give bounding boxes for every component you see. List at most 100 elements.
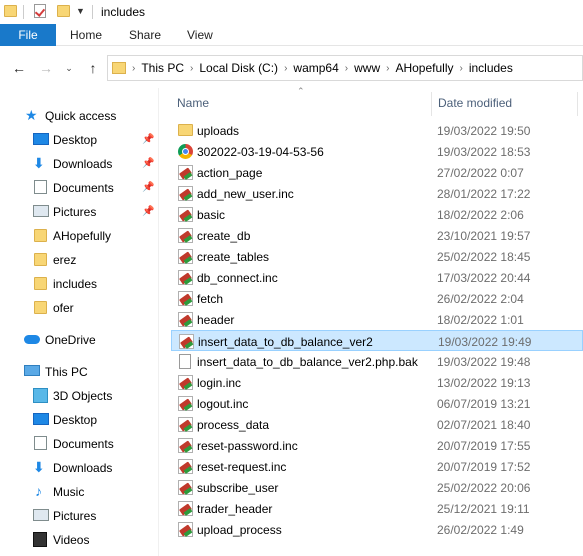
sidebar-item-onedrive[interactable]: OneDrive [0,328,158,352]
file-row[interactable]: upload_process 26/02/2022 1:49 [171,519,583,540]
breadcrumb-ahopefully[interactable]: AHopefully [395,61,453,75]
file-row[interactable]: add_new_user.inc 28/01/2022 17:22 [171,183,583,204]
file-row[interactable]: action_page 27/02/2022 0:07 [171,162,583,183]
cloud-icon [24,335,40,344]
breadcrumb-wamp64[interactable]: wamp64 [293,61,338,75]
file-row[interactable]: insert_data_to_db_balance_ver2.php.bak 19… [171,351,583,372]
sidebar-item-ofer[interactable]: ofer [0,296,158,320]
file-row[interactable]: header 18/02/2022 1:01 [171,309,583,330]
sidebar-item-label: erez [53,253,77,267]
file-row[interactable]: trader_header 25/12/2021 19:11 [171,498,583,519]
documents-icon [34,180,47,194]
pin-icon[interactable]: 📌 [142,134,154,145]
file-name: basic [197,208,226,222]
chevron-right-icon[interactable]: › [345,63,348,74]
file-row[interactable]: uploads 19/03/2022 19:50 [171,120,583,141]
sidebar-item-pc-pictures[interactable]: Pictures [0,504,158,528]
sidebar-item-label: Documents [53,181,114,195]
sidebar-item-label: Music [53,485,85,499]
breadcrumb-includes[interactable]: includes [469,61,513,75]
sidebar-item-label: Downloads [53,461,113,475]
sidebar-item-downloads[interactable]: ⬇ Downloads 📌 [0,152,158,176]
sidebar-item-this-pc[interactable]: This PC [0,360,158,384]
sidebar-item-3d-objects[interactable]: 3D Objects [0,384,158,408]
sidebar-item-desktop[interactable]: Desktop 📌 [0,128,158,152]
pin-icon[interactable]: 📌 [142,182,154,193]
desktop-icon [33,133,49,145]
php-file-icon [178,291,193,306]
column-header-name[interactable]: Name [177,96,209,110]
file-row[interactable]: basic 18/02/2022 2:06 [171,204,583,225]
column-divider[interactable] [577,92,578,116]
file-date-modified: 28/01/2022 17:22 [437,187,531,201]
chevron-right-icon[interactable]: › [190,63,193,74]
back-arrow-icon[interactable]: ← [11,60,27,76]
file-row[interactable]: create_tables 25/02/2022 18:45 [171,246,583,267]
sidebar-item-pc-desktop[interactable]: Desktop [0,408,158,432]
sidebar-item-erez[interactable]: erez [0,248,158,272]
file-row[interactable]: reset-password.inc 20/07/2019 17:55 [171,435,583,456]
sidebar-item-pc-downloads[interactable]: ⬇ Downloads [0,456,158,480]
chevron-right-icon[interactable]: › [284,63,287,74]
properties-icon[interactable] [34,4,46,18]
folder-icon [34,229,47,242]
file-row[interactable]: fetch 26/02/2022 2:04 [171,288,583,309]
sidebar-item-pictures[interactable]: Pictures 📌 [0,200,158,224]
file-row[interactable]: reset-request.inc 20/07/2019 17:52 [171,456,583,477]
php-file-icon [178,522,193,537]
tab-view[interactable]: View [187,24,213,46]
file-name: 302022-03-19-04-53-56 [197,145,324,159]
file-name: process_data [197,418,270,432]
column-divider[interactable] [431,92,432,116]
breadcrumb-www[interactable]: www [354,61,380,75]
pin-icon[interactable]: 📌 [142,206,154,217]
sidebar-item-ahopefully[interactable]: AHopefully [0,224,158,248]
sidebar-item-label: Downloads [53,157,113,171]
sidebar-item-pc-documents[interactable]: Documents [0,432,158,456]
file-name: reset-request.inc [197,460,287,474]
chevron-right-icon[interactable]: › [459,63,462,74]
chrome-icon [178,144,193,159]
sidebar-item-label: Desktop [53,133,98,147]
file-date-modified: 20/07/2019 17:55 [437,439,531,453]
sidebar-item-label: Pictures [53,205,97,219]
file-name: db_connect.inc [197,271,278,285]
sidebar-item-videos[interactable]: Videos [0,528,158,552]
php-file-icon [178,480,193,495]
sidebar-item-documents[interactable]: Documents 📌 [0,176,158,200]
file-row[interactable]: insert_data_to_db_balance_ver2 19/03/2022… [171,330,583,351]
column-header-date-modified[interactable]: Date modified [438,96,512,110]
file-date-modified: 06/07/2019 13:21 [437,397,531,411]
address-bar[interactable]: › This PC › Local Disk (C:) › wamp64 › w… [107,55,583,81]
sidebar-item-music[interactable]: ♪ Music [0,480,158,504]
file-row[interactable]: logout.inc 06/07/2019 13:21 [171,393,583,414]
breadcrumb-local-disk[interactable]: Local Disk (C:) [199,61,278,75]
file-row[interactable]: login.inc 13/02/2022 19:13 [171,372,583,393]
forward-arrow-icon[interactable]: → [38,60,54,76]
recent-locations-icon[interactable]: ⌄ [61,60,77,76]
file-row[interactable]: subscribe_user 25/02/2022 20:06 [171,477,583,498]
pin-icon[interactable]: 📌 [142,158,154,169]
chevron-right-icon[interactable]: › [386,63,389,74]
file-row[interactable]: create_db 23/10/2021 19:57 [171,225,583,246]
file-row[interactable]: 302022-03-19-04-53-56 19/03/2022 18:53 [171,141,583,162]
tab-home[interactable]: Home [70,24,102,46]
breadcrumb-this-pc[interactable]: This PC [141,61,184,75]
ribbon-tabs: File Home Share View [0,24,583,46]
php-file-icon [178,459,193,474]
php-file-icon [178,417,193,432]
sort-ascending-icon: ⌃ [297,86,305,96]
tab-share[interactable]: Share [129,24,161,46]
file-date-modified: 26/02/2022 1:49 [437,523,524,537]
file-row[interactable]: db_connect.inc 17/03/2022 20:44 [171,267,583,288]
sidebar-item-label: This PC [45,365,88,379]
new-folder-icon[interactable] [57,5,70,17]
customize-toolbar-icon[interactable]: ▼ [76,6,85,16]
sidebar-item-quick-access[interactable]: ★ Quick access [0,104,158,128]
chevron-right-icon[interactable]: › [132,63,135,74]
star-icon: ★ [25,107,38,123]
tab-file[interactable]: File [0,24,56,46]
sidebar-item-includes[interactable]: includes [0,272,158,296]
file-row[interactable]: process_data 02/07/2021 18:40 [171,414,583,435]
up-arrow-icon[interactable]: ↑ [85,60,101,76]
